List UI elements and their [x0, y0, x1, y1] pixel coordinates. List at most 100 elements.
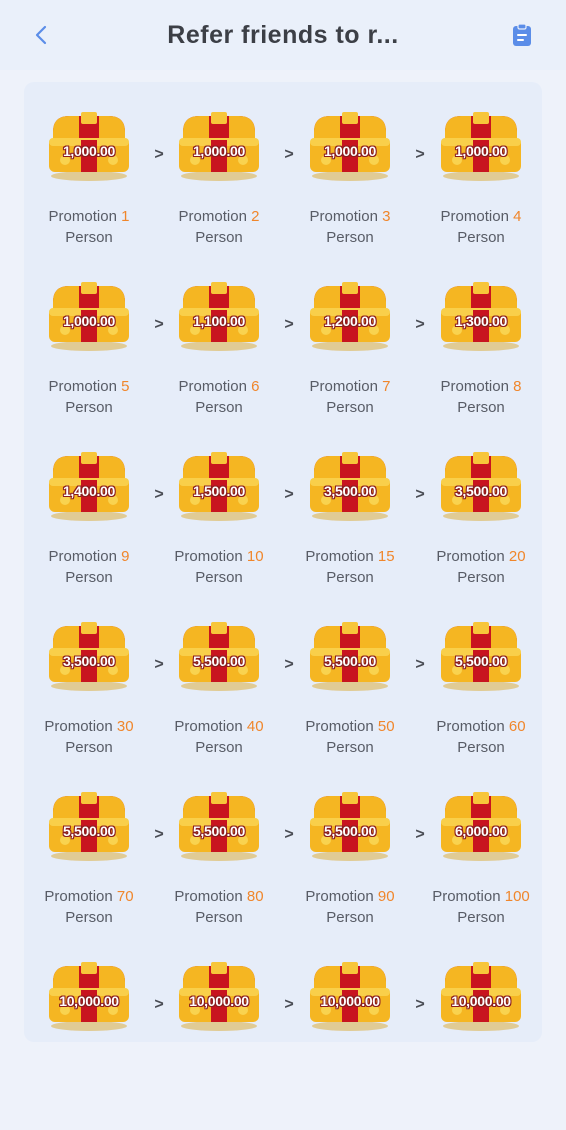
- reward-tier: 1,200.00 Promotion 7 Person: [295, 280, 405, 418]
- treasure-chest-icon: 1,000.00: [173, 110, 265, 182]
- reward-tier: 1,000.00 Promotion 2 Person: [164, 110, 274, 248]
- reward-condition: Promotion 40 Person: [164, 716, 274, 758]
- reward-amount: 1,200.00: [323, 313, 377, 329]
- reward-amount: 1,100.00: [192, 313, 246, 329]
- reward-tier: 10,000.00: [164, 960, 274, 1056]
- treasure-chest-icon: 6,000.00: [435, 790, 527, 862]
- reward-row: 5,500.00 Promotion 70 Person > 5,500.00 …: [34, 790, 539, 960]
- back-button[interactable]: [28, 20, 54, 50]
- reward-amount: 1,400.00: [62, 483, 116, 499]
- reward-condition: Promotion 20 Person: [426, 546, 536, 588]
- person-label: Person: [65, 739, 113, 756]
- reward-tier: 10,000.00: [295, 960, 405, 1056]
- promotion-label: Promotion: [48, 208, 117, 225]
- person-label: Person: [457, 739, 505, 756]
- treasure-chest-icon: 5,500.00: [304, 620, 396, 692]
- promotion-label: Promotion: [309, 208, 378, 225]
- person-label: Person: [326, 739, 374, 756]
- reward-amount: 1,500.00: [192, 483, 246, 499]
- reward-tier: 1,000.00 Promotion 1 Person: [34, 110, 144, 248]
- person-count: 7: [382, 378, 391, 395]
- reward-row: 1,000.00 Promotion 1 Person > 1,000.00 P…: [34, 110, 539, 280]
- reward-tier: 5,500.00 Promotion 80 Person: [164, 790, 274, 928]
- reward-tier: 1,400.00 Promotion 9 Person: [34, 450, 144, 588]
- reward-condition: Promotion 10 Person: [164, 546, 274, 588]
- treasure-chest-icon: 3,500.00: [435, 450, 527, 522]
- reward-amount: 6,000.00: [454, 823, 508, 839]
- reward-amount: 5,500.00: [323, 653, 377, 669]
- reward-tier: 10,000.00: [426, 960, 536, 1056]
- person-count: 6: [251, 378, 260, 395]
- reward-tier: 5,500.00 Promotion 90 Person: [295, 790, 405, 928]
- reward-condition: Promotion 50 Person: [295, 716, 405, 758]
- records-button[interactable]: [510, 20, 534, 50]
- person-label: Person: [195, 909, 243, 926]
- person-count: 1: [121, 208, 130, 225]
- person-count: 8: [513, 378, 522, 395]
- person-count: 20: [508, 548, 526, 565]
- reward-condition: Promotion 70 Person: [34, 886, 144, 928]
- treasure-chest-icon: 1,000.00: [43, 110, 135, 182]
- reward-tier: 1,100.00 Promotion 6 Person: [164, 280, 274, 418]
- reward-tier: 3,500.00 Promotion 30 Person: [34, 620, 144, 758]
- reward-condition: Promotion 6 Person: [164, 376, 274, 418]
- reward-tier: 1,500.00 Promotion 10 Person: [164, 450, 274, 588]
- treasure-chest-icon: 3,500.00: [43, 620, 135, 692]
- person-label: Person: [195, 229, 243, 246]
- reward-condition: Promotion 80 Person: [164, 886, 274, 928]
- reward-condition: Promotion 4 Person: [426, 206, 536, 248]
- promotion-label: Promotion: [174, 888, 243, 905]
- reward-condition: Promotion 3 Person: [295, 206, 405, 248]
- treasure-chest-icon: 1,000.00: [43, 280, 135, 352]
- person-label: Person: [326, 909, 374, 926]
- treasure-chest-icon: 10,000.00: [304, 960, 396, 1032]
- person-label: Person: [65, 909, 113, 926]
- page-title: Refer friends to r...: [167, 20, 399, 49]
- treasure-chest-icon: 5,500.00: [43, 790, 135, 862]
- reward-condition: Promotion 5 Person: [34, 376, 144, 418]
- reward-condition: Promotion 2 Person: [164, 206, 274, 248]
- promotion-label: Promotion: [178, 378, 247, 395]
- person-label: Person: [326, 399, 374, 416]
- treasure-chest-icon: 10,000.00: [435, 960, 527, 1032]
- person-count: 3: [382, 208, 391, 225]
- reward-tier: 1,000.00 Promotion 4 Person: [426, 110, 536, 248]
- treasure-chest-icon: 5,500.00: [173, 620, 265, 692]
- reward-amount: 1,000.00: [454, 143, 508, 159]
- reward-condition: Promotion 60 Person: [426, 716, 536, 758]
- person-count: 50: [377, 718, 395, 735]
- person-label: Person: [457, 229, 505, 246]
- reward-condition: Promotion 90 Person: [295, 886, 405, 928]
- reward-condition: Promotion 1 Person: [34, 206, 144, 248]
- promotion-label: Promotion: [436, 718, 505, 735]
- reward-condition: Promotion 7 Person: [295, 376, 405, 418]
- reward-amount: 10,000.00: [189, 993, 249, 1009]
- promotion-label: Promotion: [305, 888, 374, 905]
- treasure-chest-icon: 1,200.00: [304, 280, 396, 352]
- reward-condition: Promotion 8 Person: [426, 376, 536, 418]
- person-label: Person: [65, 229, 113, 246]
- treasure-chest-icon: 1,400.00: [43, 450, 135, 522]
- person-count: 9: [121, 548, 130, 565]
- promotion-label: Promotion: [174, 718, 243, 735]
- treasure-chest-icon: 10,000.00: [43, 960, 135, 1032]
- person-label: Person: [65, 569, 113, 586]
- treasure-chest-icon: 5,500.00: [173, 790, 265, 862]
- reward-amount: 3,500.00: [62, 653, 116, 669]
- rewards-grid: 1,000.00 Promotion 1 Person > 1,000.00 P…: [34, 110, 539, 1130]
- treasure-chest-icon: 3,500.00: [304, 450, 396, 522]
- reward-row: 10,000.00 > 10,000.00 > 10,000.00 > 10,0…: [34, 960, 539, 1130]
- reward-row: 1,400.00 Promotion 9 Person > 1,500.00 P…: [34, 450, 539, 620]
- person-count: 40: [246, 718, 264, 735]
- reward-tier: 5,500.00 Promotion 60 Person: [426, 620, 536, 758]
- treasure-chest-icon: 5,500.00: [435, 620, 527, 692]
- treasure-chest-icon: 1,000.00: [304, 110, 396, 182]
- reward-tier: 1,300.00 Promotion 8 Person: [426, 280, 536, 418]
- promotion-label: Promotion: [44, 888, 113, 905]
- person-label: Person: [326, 229, 374, 246]
- person-count: 5: [121, 378, 130, 395]
- person-count: 4: [513, 208, 522, 225]
- reward-row: 3,500.00 Promotion 30 Person > 5,500.00 …: [34, 620, 539, 790]
- reward-row: 1,000.00 Promotion 5 Person > 1,100.00 P…: [34, 280, 539, 450]
- reward-tier: 1,000.00 Promotion 3 Person: [295, 110, 405, 248]
